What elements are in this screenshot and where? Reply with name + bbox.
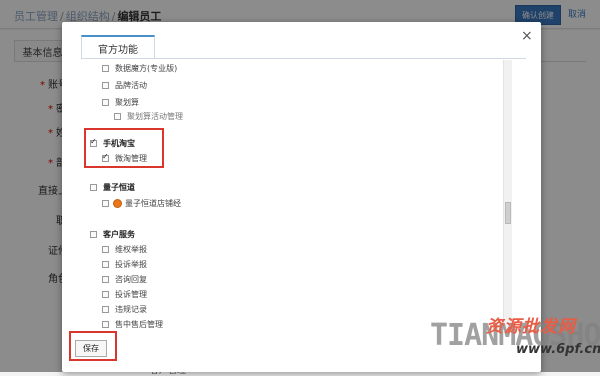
orange-circle-icon <box>113 199 122 208</box>
tree-item[interactable]: 投诉举报 <box>102 259 147 270</box>
checkbox[interactable] <box>102 246 109 253</box>
save-button[interactable]: 保存 <box>75 340 107 357</box>
tree-item[interactable]: 客户服务 <box>90 229 135 240</box>
checkbox[interactable] <box>102 306 109 313</box>
checkbox[interactable] <box>102 261 109 268</box>
tree-item[interactable]: 量子恒道 <box>90 182 135 193</box>
tree-item[interactable]: 聚划算 <box>102 97 139 108</box>
watermark-title: 资源批发网 <box>486 317 576 337</box>
checkbox[interactable] <box>102 65 109 72</box>
checkbox[interactable] <box>102 99 109 106</box>
tree-item[interactable]: 数据魔方(专业版) <box>102 63 177 74</box>
checkbox[interactable] <box>90 231 97 238</box>
checkbox[interactable] <box>102 82 109 89</box>
tree-item[interactable]: 品牌活动 <box>102 80 147 91</box>
checkbox[interactable] <box>114 113 121 120</box>
checkbox[interactable] <box>102 321 109 328</box>
checkbox[interactable] <box>90 184 97 191</box>
checkbox[interactable] <box>102 276 109 283</box>
scrollbar[interactable] <box>503 60 512 330</box>
close-icon[interactable]: × <box>521 28 533 44</box>
tab-official-functions[interactable]: 官方功能 <box>81 35 155 59</box>
modal-tab-divider <box>81 58 526 59</box>
tree-item[interactable]: 投诉管理 <box>102 289 147 300</box>
tree-item[interactable]: 聚划算活动管理 <box>114 111 183 122</box>
tree-item[interactable]: 维权举报 <box>102 244 147 255</box>
checkbox[interactable] <box>102 200 109 207</box>
tree-item[interactable]: 量子恒道店铺经 <box>102 198 181 209</box>
watermark-url: www.6pf.cn <box>516 342 600 357</box>
permission-tree: 数据魔方(专业版) 品牌活动 聚划算 聚划算活动管理 手机淘宝 微淘管理 量子恒… <box>62 60 502 330</box>
tree-item[interactable]: 违规记录 <box>102 304 147 315</box>
tree-item[interactable]: 咨询回复 <box>102 274 147 285</box>
scrollbar-thumb[interactable] <box>505 202 511 224</box>
tree-item[interactable]: 售中售后管理 <box>102 319 163 330</box>
highlight-box <box>84 128 164 168</box>
checkbox[interactable] <box>102 291 109 298</box>
